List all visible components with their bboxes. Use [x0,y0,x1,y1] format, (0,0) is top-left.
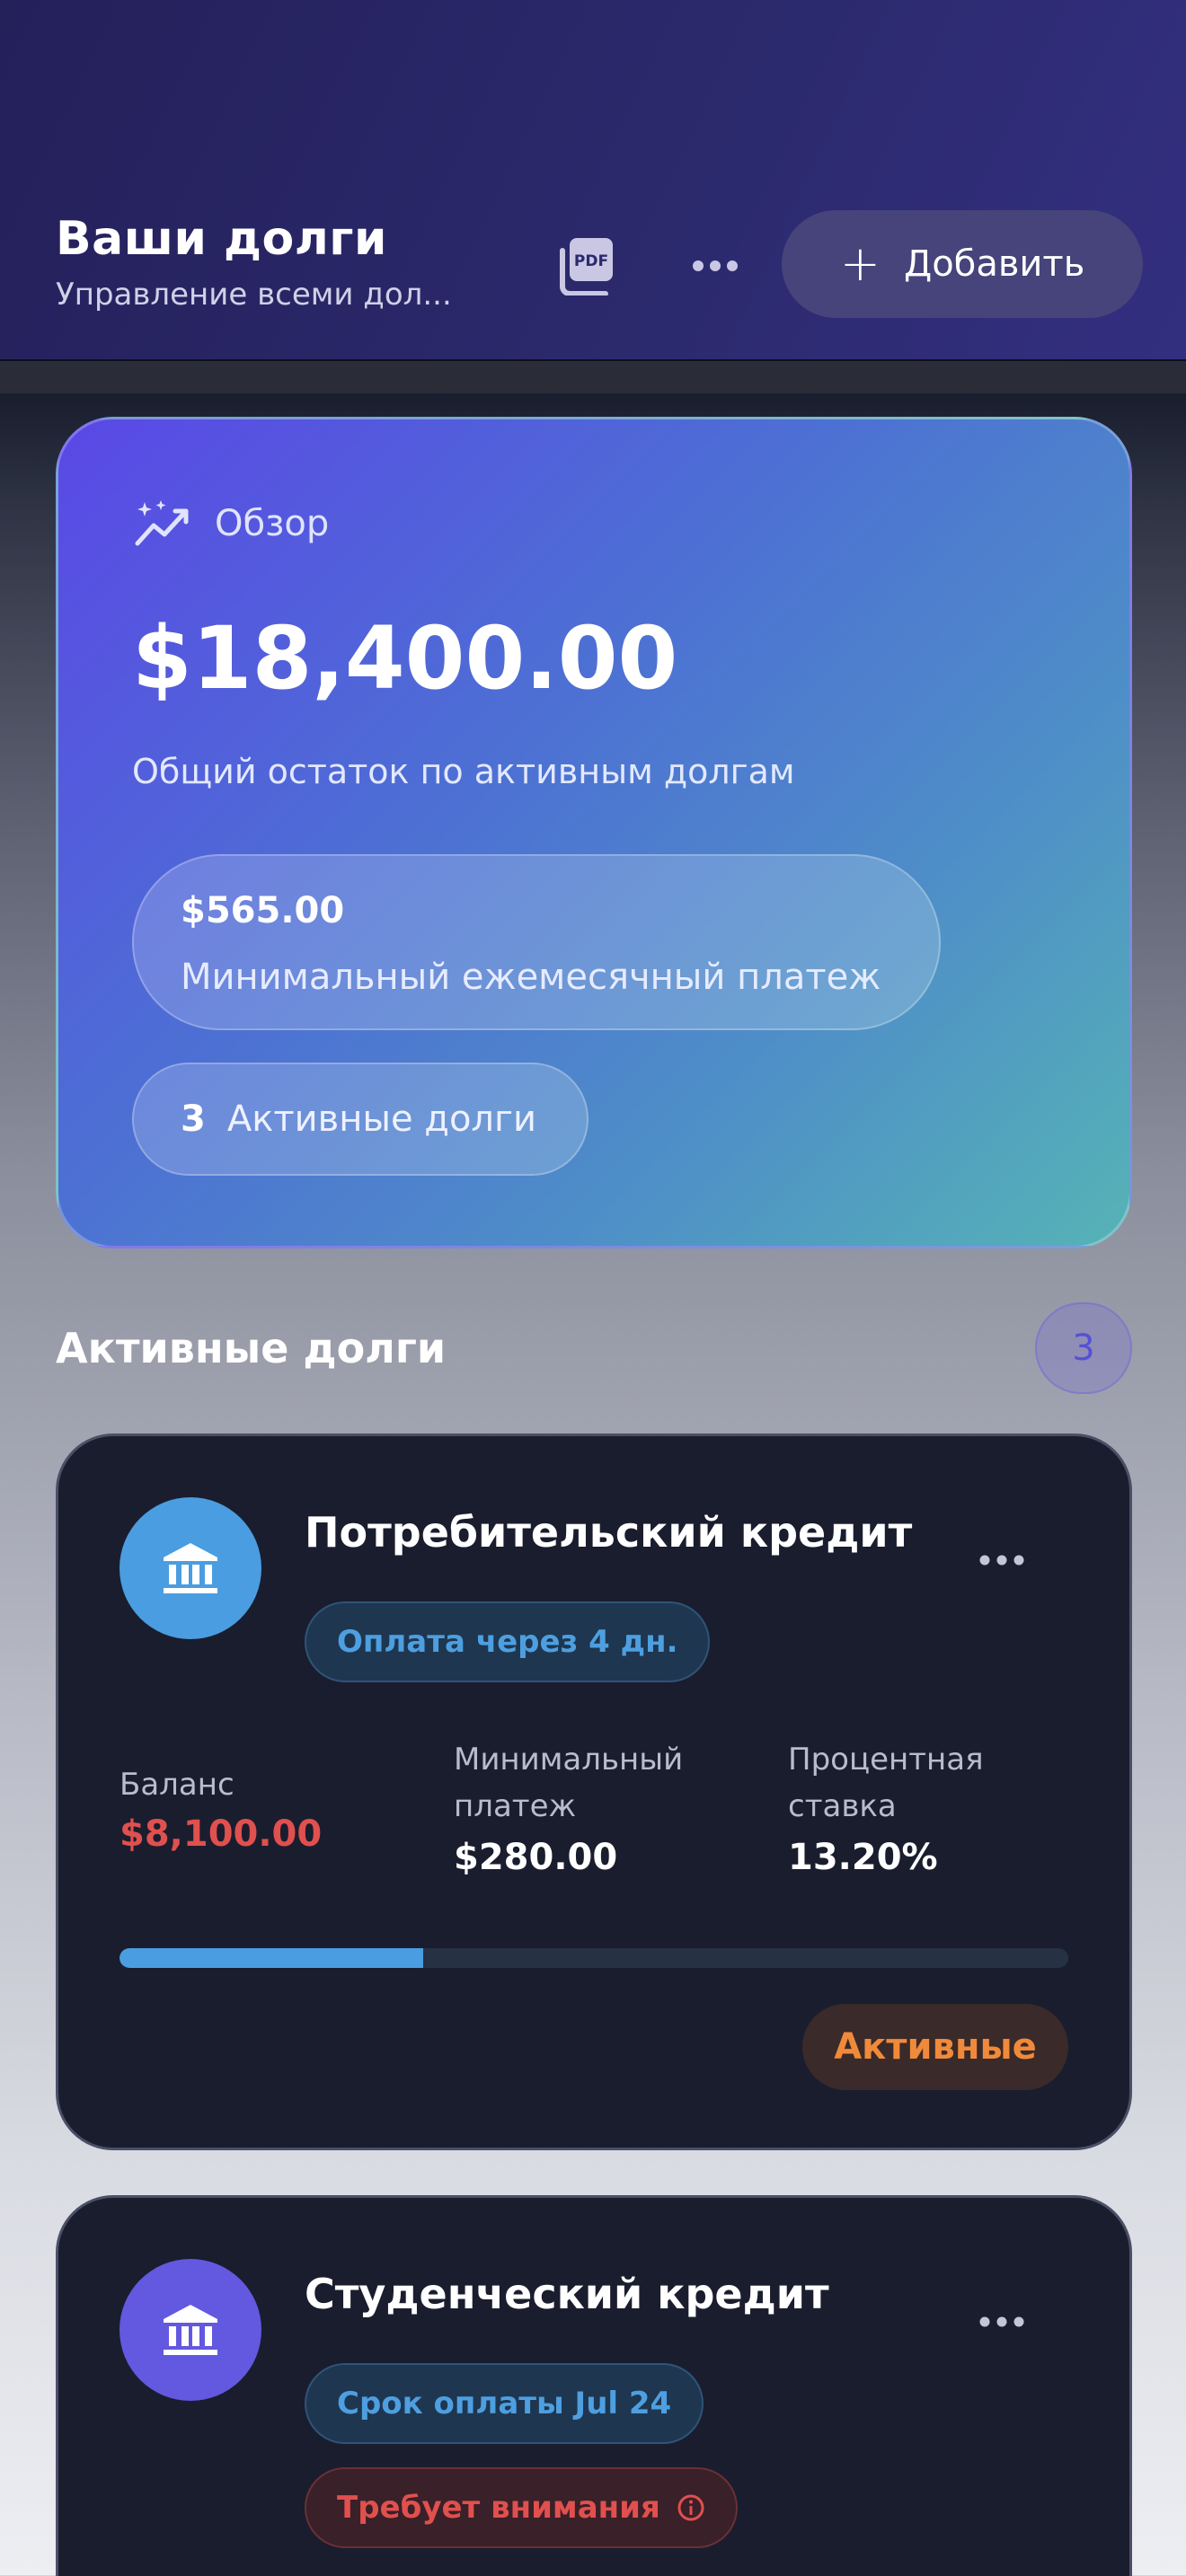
more-options-button[interactable] [679,232,751,300]
payoff-progress-bar [119,1948,1068,1968]
payoff-progress-fill [119,1948,423,1968]
overview-heading: Обзор [132,498,329,549]
warning-badge-label: Требует внимания [337,2490,660,2526]
due-date-badge: Срок оплаты Jul 24 [305,2363,704,2444]
debt-name: Потребительский кредит [305,1508,913,1557]
sparkles-chart-icon [135,500,189,546]
pdf-icon: PDF [560,238,613,296]
overview-label: Обзор [215,503,330,544]
warning-badge: Требует внимания [305,2467,738,2548]
interest-rate-label: Процентная ставка [788,1736,984,1830]
more-horizontal-icon [979,1555,1024,1566]
min-payment-label: Минимальный платеж [454,1736,683,1830]
total-balance-amount: $18,400.00 [132,608,678,709]
page-title: Ваши долги [56,212,387,266]
min-payment-label-line1: Минимальный [454,1742,684,1778]
app-header: Ваши долги Управление всеми дол... PDF +… [0,0,1186,361]
section-count-badge: 3 [1035,1302,1132,1394]
header-divider [0,361,1186,393]
more-horizontal-icon [693,260,738,271]
total-balance-description: Общий остаток по активным долгам [132,752,795,791]
debt-avatar [119,1497,261,1639]
add-debt-button[interactable]: + Добавить [782,210,1143,318]
plus-icon: + [839,235,881,292]
bank-icon [164,2305,217,2355]
info-icon[interactable] [677,2493,705,2522]
min-payment-value: $565.00 [181,890,345,931]
page-subtitle: Управление всеми дол... [56,277,452,313]
min-payment-label: Минимальный ежемесячный платеж [181,957,881,998]
due-date-badge: Оплата через 4 дн. [305,1601,711,1682]
debt-avatar [119,2259,261,2401]
active-debts-pill: 3 Активные долги [132,1063,589,1176]
balance-label: Баланс [119,1767,235,1803]
min-payment-label-line2: платеж [454,1788,577,1824]
active-debts-label: Активные долги [226,1098,537,1140]
more-horizontal-icon [979,2316,1024,2327]
section-title: Активные долги [56,1324,447,1372]
svg-text:PDF: PDF [574,252,608,270]
interest-rate-label-line1: Процентная [788,1742,984,1778]
debt-name: Студенческий кредит [305,2270,829,2318]
interest-rate-label-line2: ставка [788,1788,897,1824]
add-button-label: Добавить [903,243,1085,285]
overview-card: Обзор $18,400.00 Общий остаток по активн… [56,417,1132,1248]
debt-options-button[interactable] [966,1533,1038,1587]
debt-card[interactable]: Потребительский кредит Оплата через 4 дн… [56,1434,1132,2150]
status-badge: Активные [802,2004,1068,2090]
debt-card[interactable]: Студенческий кредит Срок оплаты Jul 24 Т… [56,2195,1132,2576]
bank-icon [164,1543,217,1593]
balance-value: $8,100.00 [119,1813,323,1855]
export-pdf-button[interactable]: PDF [553,232,622,300]
interest-rate-value: 13.20% [788,1837,938,1878]
debt-options-button[interactable] [966,2295,1038,2349]
active-debts-count: 3 [181,1098,206,1140]
min-payment-value: $280.00 [454,1837,618,1878]
min-payment-pill: $565.00 Минимальный ежемесячный платеж [132,854,941,1030]
